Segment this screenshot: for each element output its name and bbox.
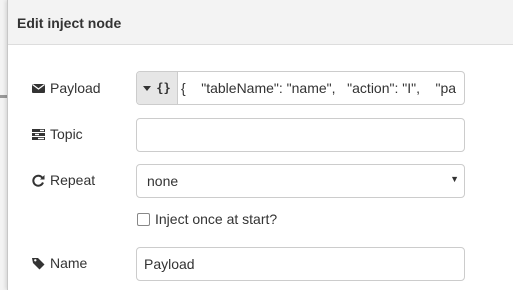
name-value[interactable]: Payload	[137, 256, 195, 272]
json-type-label: {}	[156, 81, 171, 95]
topic-label: Topic	[50, 126, 83, 142]
repeat-icon	[32, 174, 45, 187]
payload-label-row: Payload	[32, 78, 101, 98]
repeat-label: Repeat	[50, 172, 96, 188]
tasks-icon	[32, 128, 45, 141]
name-label-row: Name	[32, 253, 87, 273]
payload-type-button[interactable]: {}	[137, 72, 178, 104]
name-label: Name	[50, 255, 88, 271]
envelope-icon	[32, 82, 45, 95]
payload-typed-input[interactable]: {} { "tableName": "name", "action": "I",…	[136, 71, 465, 105]
payload-value[interactable]: { "tableName": "name", "action": "I", "p…	[179, 72, 464, 104]
topic-input[interactable]	[136, 118, 465, 152]
caret-down-icon	[143, 85, 152, 91]
edit-tray: Edit inject node Payload {} { "tableName…	[7, 0, 513, 290]
name-input[interactable]: Payload	[136, 247, 465, 281]
select-arrow-icon: ▼	[450, 174, 459, 184]
dialog-title: Edit inject node	[17, 15, 122, 31]
inject-once-row[interactable]: Inject once at start?	[137, 210, 277, 228]
tray-header: Edit inject node	[8, 0, 513, 45]
tag-icon	[32, 257, 45, 270]
inject-once-label: Inject once at start?	[155, 211, 278, 227]
inject-once-checkbox[interactable]	[137, 212, 150, 226]
repeat-label-row: Repeat	[32, 170, 95, 190]
topic-label-row: Topic	[32, 124, 83, 144]
node-wire	[0, 95, 7, 98]
repeat-selected-value: none	[147, 173, 179, 189]
payload-label: Payload	[50, 80, 101, 96]
repeat-select[interactable]: none ▼	[136, 164, 465, 198]
